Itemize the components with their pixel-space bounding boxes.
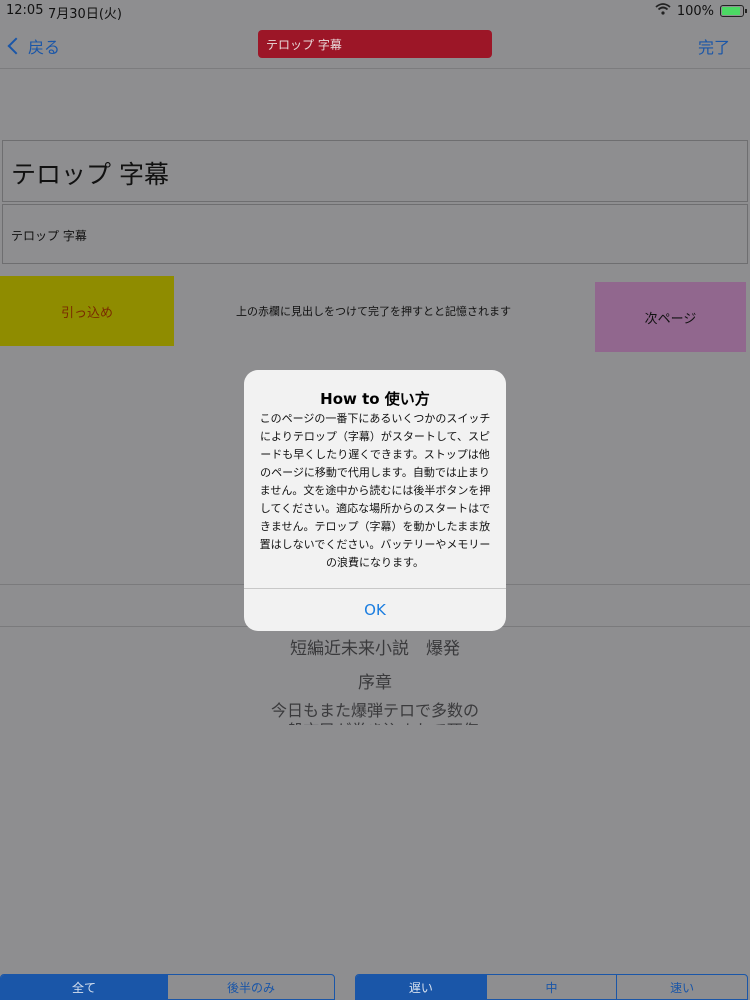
next-page-button[interactable]: 次ページ: [595, 282, 746, 352]
alert-title: How to 使い方: [320, 390, 430, 408]
done-button[interactable]: 完了: [698, 34, 730, 58]
how-to-alert: How to 使い方 このページの一番下にあるいくつかのスイッチによりテロップ（…: [244, 370, 506, 631]
status-right: 100%: [655, 3, 747, 19]
speed-segmented-control: 遅い 中 速い: [355, 974, 748, 1000]
ok-button[interactable]: OK: [244, 589, 506, 631]
segment-fast[interactable]: 速い: [617, 975, 747, 999]
back-label: 戻る: [28, 38, 61, 57]
subtitle-field[interactable]: テロップ 字幕: [2, 204, 748, 264]
story-title: 短編近未来小説 爆発: [290, 639, 460, 659]
segment-latter-half[interactable]: 後半のみ: [168, 975, 334, 999]
title-input[interactable]: テロップ 字幕: [258, 30, 492, 58]
hint-text: 上の赤欄に見出しをつけて完了を押すとと記憶されます: [236, 305, 511, 318]
chevron-left-icon: [7, 37, 25, 55]
status-date: 7月30日(火): [48, 7, 122, 22]
segment-slow[interactable]: 遅い: [356, 975, 487, 999]
segment-all[interactable]: 全て: [1, 975, 168, 999]
segment-medium[interactable]: 中: [487, 975, 618, 999]
story-line: 一般市民が巻き込まれて死傷: [0, 717, 750, 725]
battery-percent: 100%: [676, 3, 714, 19]
heading-field[interactable]: テロップ 字幕: [2, 140, 748, 202]
back-button[interactable]: 戻る: [7, 34, 61, 58]
story-chapter: 序章: [358, 673, 392, 693]
battery-icon: [720, 5, 747, 17]
range-segmented-control: 全て 後半のみ: [0, 974, 335, 1000]
navigation-bar: 戻る テロップ 字幕 完了: [0, 22, 750, 69]
wifi-icon: [655, 3, 671, 19]
status-time: 12:05: [6, 3, 44, 18]
status-bar: 12:05 7月30日(火) 100%: [0, 0, 750, 22]
retract-button[interactable]: 引っ込め: [0, 276, 174, 346]
alert-message: このページの一番下にあるいくつかのスイッチによりテロップ（字幕）がスタートして、…: [259, 412, 491, 569]
